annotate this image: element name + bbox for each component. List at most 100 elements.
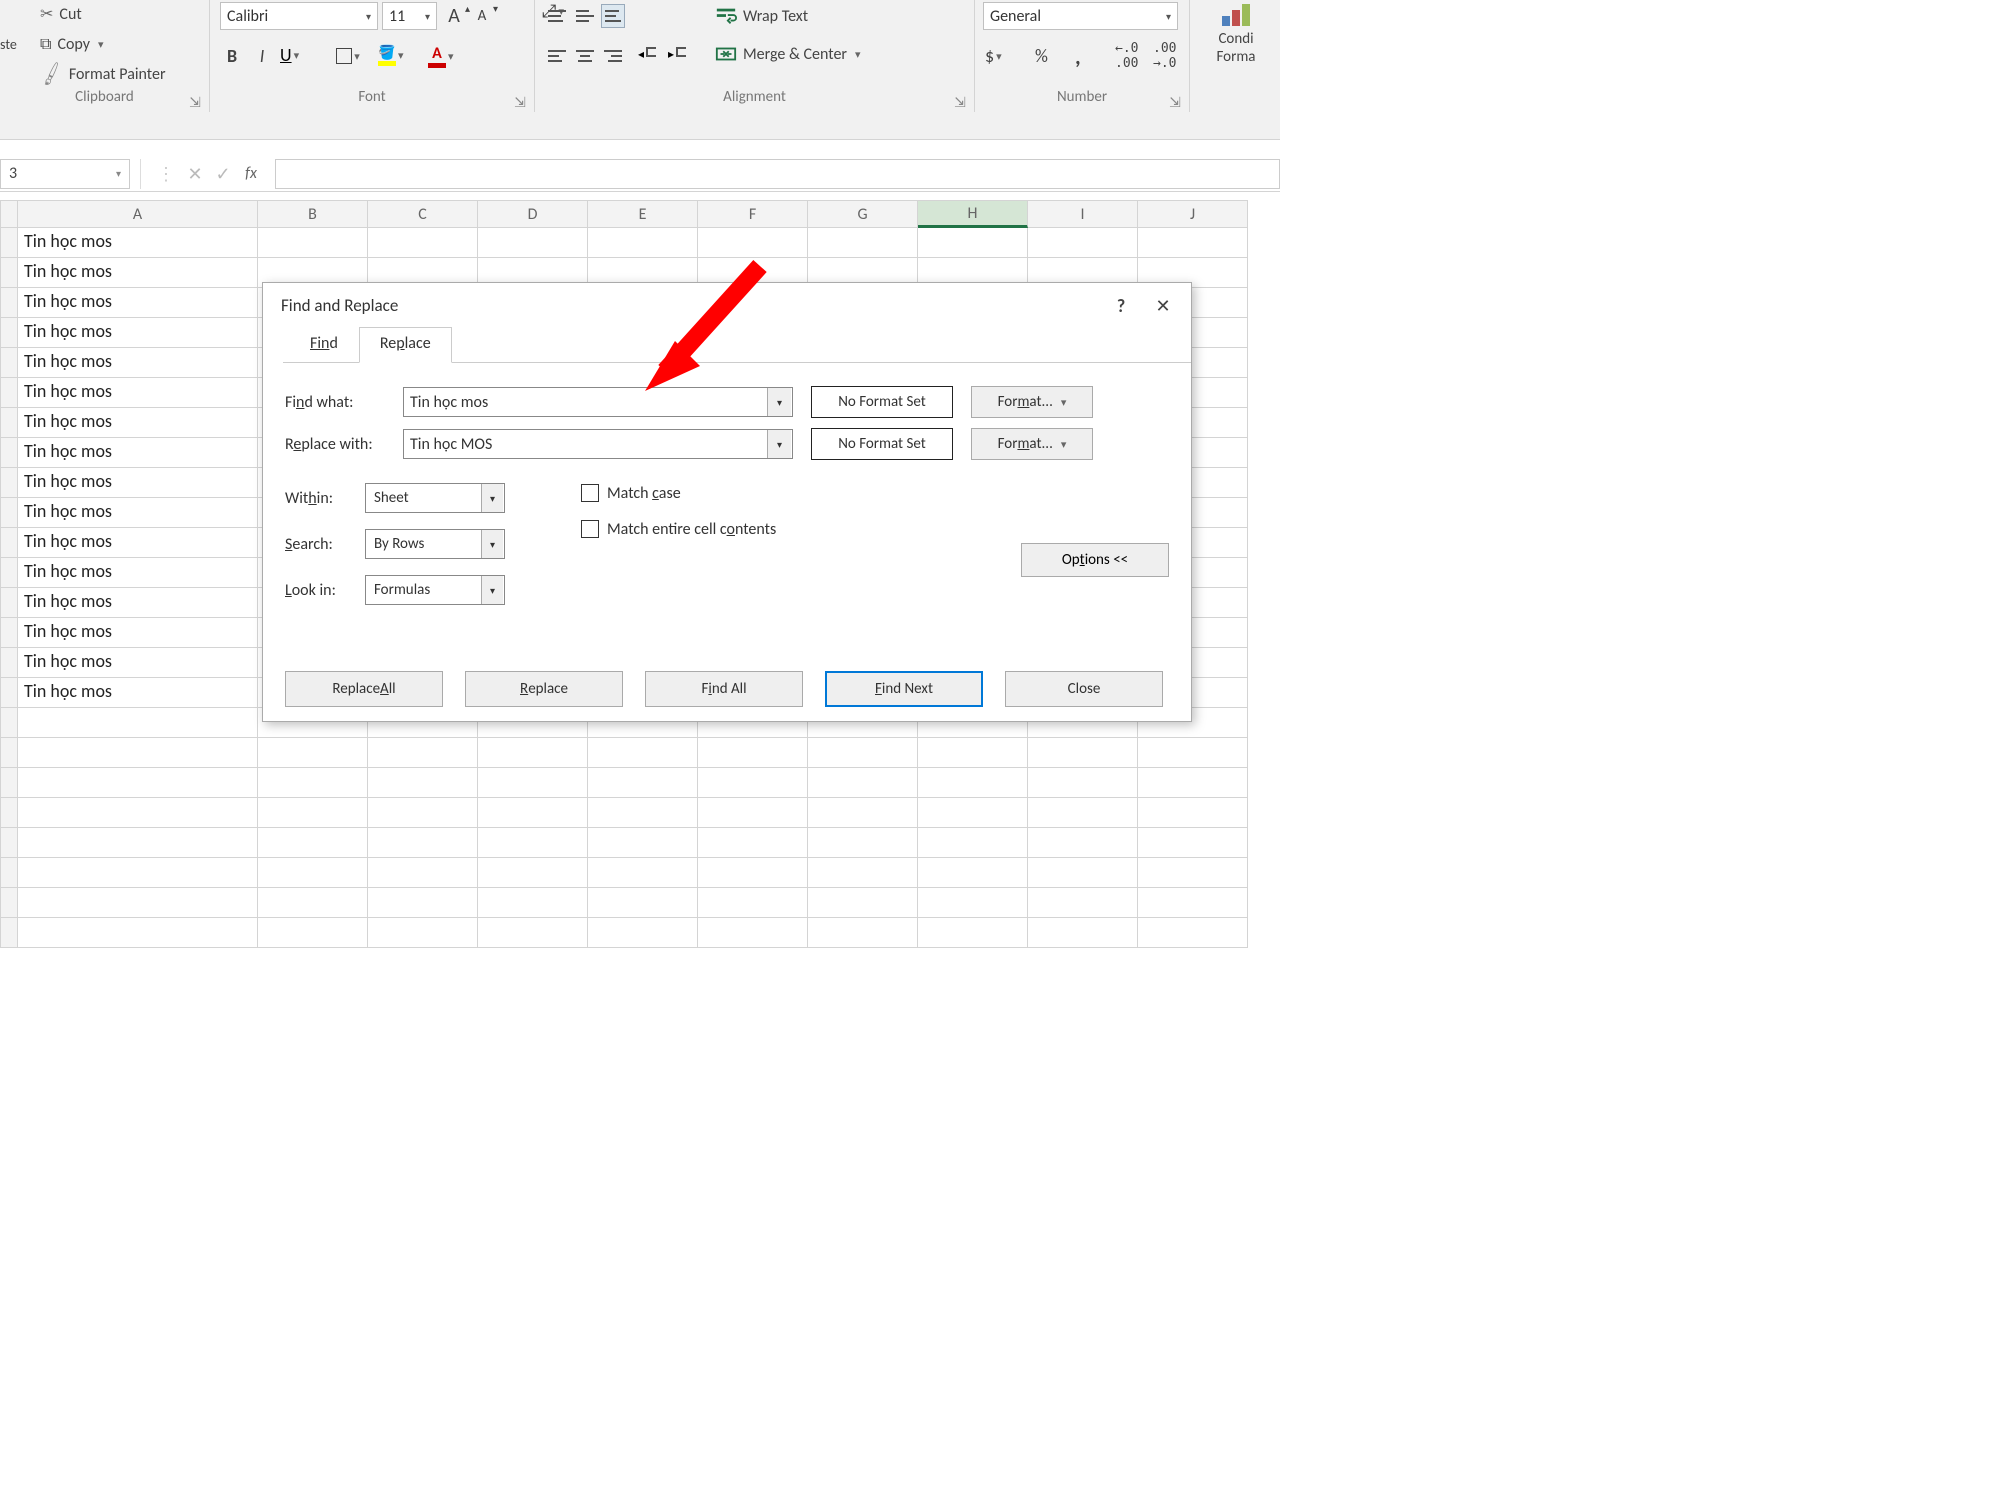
find-all-button[interactable]: Find All — [645, 671, 803, 707]
number-dialog-launcher[interactable] — [1167, 94, 1183, 110]
cell[interactable] — [1028, 888, 1138, 918]
cell[interactable] — [588, 828, 698, 858]
cell[interactable] — [1138, 738, 1248, 768]
cell[interactable] — [1028, 918, 1138, 948]
row-header[interactable] — [0, 288, 18, 318]
cell[interactable]: Tin học mos — [18, 648, 258, 678]
paste-button-label[interactable]: ste — [0, 36, 17, 53]
cell[interactable] — [698, 798, 808, 828]
percent-format-button[interactable]: % — [1035, 44, 1048, 68]
chevron-down-icon[interactable]: ▾ — [767, 388, 791, 416]
cell[interactable] — [588, 768, 698, 798]
cell[interactable] — [478, 738, 588, 768]
cell[interactable] — [1138, 888, 1248, 918]
copy-button[interactable]: ⧉ Copy ▾ — [40, 30, 104, 58]
cell[interactable] — [368, 888, 478, 918]
cell[interactable] — [368, 768, 478, 798]
cell[interactable]: Tin học mos — [18, 258, 258, 288]
cell[interactable] — [698, 228, 808, 258]
cell[interactable] — [18, 918, 258, 948]
row-header[interactable] — [0, 768, 18, 798]
align-middle-button[interactable] — [573, 4, 597, 28]
row-header[interactable] — [0, 828, 18, 858]
number-format-combo[interactable]: General ▾ — [983, 2, 1178, 30]
increase-indent-button[interactable]: ▸ — [665, 44, 689, 68]
help-button[interactable]: ? — [1103, 291, 1139, 321]
cell[interactable]: Tin học mos — [18, 318, 258, 348]
fill-color-button[interactable]: 🪣 ▾ — [378, 44, 404, 66]
cell[interactable] — [918, 768, 1028, 798]
cell[interactable] — [1138, 798, 1248, 828]
alignment-dialog-launcher[interactable] — [952, 94, 968, 110]
cell[interactable] — [258, 228, 368, 258]
row-header[interactable] — [0, 648, 18, 678]
cell[interactable] — [698, 768, 808, 798]
cell[interactable] — [478, 768, 588, 798]
borders-button[interactable]: ▾ — [330, 44, 366, 68]
options-button[interactable]: Options << — [1021, 543, 1169, 577]
search-select[interactable]: By Rows▾ — [365, 529, 505, 559]
cell[interactable] — [808, 798, 918, 828]
row-header[interactable] — [0, 858, 18, 888]
cell[interactable] — [588, 228, 698, 258]
conditional-formatting-button[interactable]: Condi Forma — [1200, 4, 1272, 66]
cell[interactable] — [808, 738, 918, 768]
row-header[interactable] — [0, 468, 18, 498]
row-header[interactable] — [0, 318, 18, 348]
row-header[interactable] — [0, 378, 18, 408]
cell[interactable] — [808, 888, 918, 918]
align-bottom-button[interactable] — [601, 4, 625, 28]
cell[interactable] — [1028, 828, 1138, 858]
cell[interactable] — [918, 798, 1028, 828]
cell[interactable]: Tin học mos — [18, 528, 258, 558]
cell[interactable]: Tin học mos — [18, 438, 258, 468]
cell[interactable] — [698, 858, 808, 888]
chevron-down-icon[interactable]: ▾ — [767, 430, 791, 458]
cell[interactable]: Tin học mos — [18, 618, 258, 648]
row-header[interactable] — [0, 228, 18, 258]
comma-format-button[interactable]: , — [1075, 44, 1081, 68]
cell[interactable] — [808, 918, 918, 948]
wrap-text-button[interactable]: Wrap Text — [715, 0, 808, 32]
close-button[interactable]: Close — [1005, 671, 1163, 707]
select-all-corner[interactable] — [0, 200, 18, 228]
row-header[interactable] — [0, 618, 18, 648]
format-painter-button[interactable]: 🖌 Format Painter — [40, 60, 166, 88]
find-next-button[interactable]: Find Next — [825, 671, 983, 707]
italic-button[interactable]: I — [250, 44, 274, 68]
row-header[interactable] — [0, 498, 18, 528]
increase-font-button[interactable]: A▴ — [442, 4, 466, 28]
row-header[interactable] — [0, 888, 18, 918]
replace-button[interactable]: Replace — [465, 671, 623, 707]
row-header[interactable] — [0, 708, 18, 738]
cell[interactable] — [918, 918, 1028, 948]
match-case-checkbox[interactable]: Match case — [581, 475, 776, 511]
column-header-E[interactable]: E — [588, 200, 698, 228]
cell[interactable] — [18, 798, 258, 828]
row-header[interactable] — [0, 438, 18, 468]
cell[interactable]: Tin học mos — [18, 348, 258, 378]
lookin-select[interactable]: Formulas▾ — [365, 575, 505, 605]
decrease-indent-button[interactable]: ◂ — [635, 44, 659, 68]
cell[interactable] — [258, 768, 368, 798]
cell[interactable]: Tin học mos — [18, 588, 258, 618]
column-header-D[interactable]: D — [478, 200, 588, 228]
replace-with-input[interactable]: Tin học MOS ▾ — [403, 429, 793, 459]
cell[interactable] — [918, 738, 1028, 768]
row-header[interactable] — [0, 558, 18, 588]
decrease-font-button[interactable]: A▾ — [470, 4, 494, 28]
clipboard-dialog-launcher[interactable] — [187, 94, 203, 110]
cell[interactable] — [368, 858, 478, 888]
within-select[interactable]: Sheet▾ — [365, 483, 505, 513]
cell[interactable] — [478, 918, 588, 948]
cell[interactable]: Tin học mos — [18, 468, 258, 498]
column-header-J[interactable]: J — [1138, 200, 1248, 228]
cell[interactable] — [588, 858, 698, 888]
cell[interactable] — [18, 888, 258, 918]
cell[interactable] — [808, 828, 918, 858]
cell[interactable] — [1028, 228, 1138, 258]
row-header[interactable] — [0, 348, 18, 378]
cell[interactable]: Tin học mos — [18, 558, 258, 588]
tab-replace[interactable]: Replace — [359, 327, 452, 363]
cell[interactable] — [18, 768, 258, 798]
